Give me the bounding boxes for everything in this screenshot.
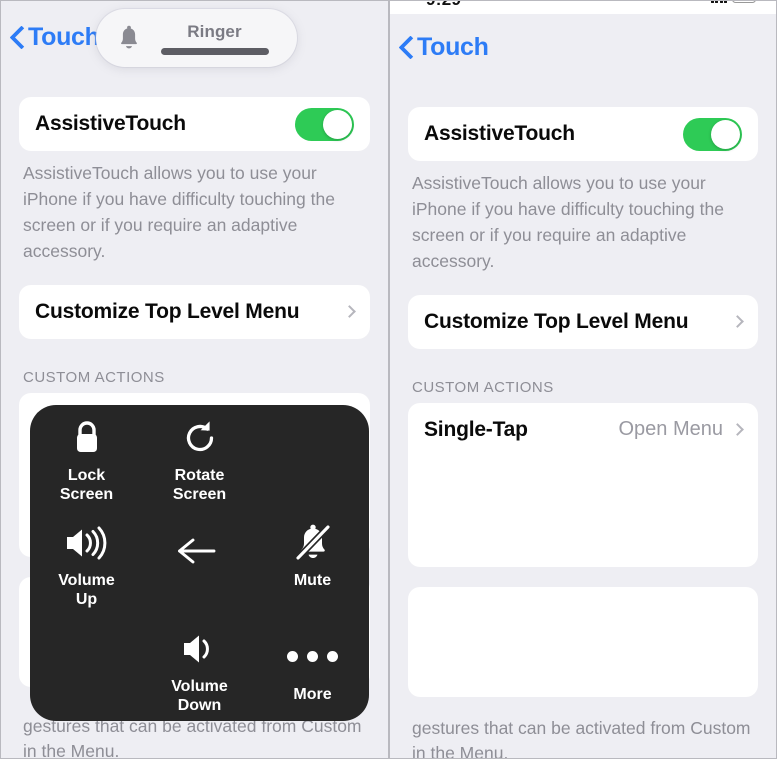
chevron-left-icon (400, 36, 413, 58)
ringer-hud-title: Ringer (187, 21, 242, 41)
menu-item-label: Volume Up (58, 572, 115, 609)
dot (287, 651, 298, 663)
menu-item-label: Mute (293, 572, 332, 590)
customize-top-level-menu-row[interactable]: Customize Top Level Menu (408, 295, 758, 349)
menu-item-label: More (293, 685, 332, 703)
phone-panel-right: 9:29 Touch (389, 0, 777, 759)
bell-slash-icon (292, 520, 334, 566)
assistive-touch-description: AssistiveTouch allows you to use your iP… (412, 173, 724, 271)
custom-actions-card: Single-Tap Open Menu (408, 402, 758, 567)
toggle-knob (711, 119, 740, 149)
status-bar-indicators (710, 1, 756, 3)
menu-item-rotate-screen[interactable]: Rotate Screen (143, 405, 256, 510)
menu-item-volume-up[interactable]: Volume Up (30, 510, 143, 615)
hidden-rows (408, 457, 758, 567)
navigation-bar-right: Touch (390, 19, 776, 75)
arrow-left-icon (176, 528, 224, 574)
assistive-touch-row[interactable]: AssistiveTouch (408, 107, 758, 161)
comparison-screenshot: Touch Ringer AssistiveTouch AssistiveTou… (0, 0, 777, 759)
menu-item-volume-down[interactable]: Volume Down (143, 616, 256, 721)
assistive-touch-row[interactable]: AssistiveTouch (19, 97, 370, 151)
phone-panel-left: Touch Ringer AssistiveTouch AssistiveTou… (0, 0, 389, 759)
ringer-hud-left: Ringer (96, 9, 297, 67)
dot (307, 651, 318, 663)
status-bar-time: 9:29 (426, 1, 461, 10)
menu-item-lock-screen[interactable]: Lock Screen (30, 405, 143, 510)
menu-item-label: Rotate Screen (172, 467, 227, 503)
ellipsis-dots (287, 651, 338, 663)
customize-menu-card: Customize Top Level Menu (19, 284, 370, 339)
assistive-touch-toggle[interactable] (295, 107, 354, 141)
menu-item-mute[interactable]: Mute (256, 510, 369, 615)
customize-menu-label: Customize Top Level Menu (424, 309, 689, 333)
assistive-touch-description: AssistiveTouch allows you to use your iP… (23, 163, 335, 261)
assistive-touch-toggle[interactable] (683, 117, 742, 151)
custom-actions-header: CUSTOM ACTIONS (23, 368, 165, 386)
assistive-touch-label: AssistiveTouch (35, 112, 186, 135)
chevron-right-icon (343, 305, 356, 318)
lock-icon (70, 415, 104, 461)
back-button-left[interactable]: Touch (1, 23, 100, 52)
back-button-label: Touch (417, 32, 489, 61)
menu-item-more[interactable]: More (256, 616, 369, 721)
rotate-icon (179, 415, 221, 461)
toggle-knob (323, 109, 352, 139)
dot (327, 651, 338, 663)
back-button-label: Touch (28, 22, 100, 51)
battery-icon (732, 1, 756, 3)
menu-item-label: Volume Down (171, 677, 228, 714)
chevron-left-icon (11, 26, 24, 48)
chevron-right-icon (731, 315, 744, 328)
hidden-rows (408, 587, 758, 697)
customize-menu-card: Customize Top Level Menu (408, 294, 758, 349)
volume-up-icon (63, 520, 111, 566)
bell-icon (112, 25, 146, 52)
volume-slider[interactable] (160, 47, 269, 55)
assistive-touch-card: AssistiveTouch (19, 97, 370, 151)
menu-item-label: Lock Screen (59, 467, 114, 503)
customize-menu-label: Customize Top Level Menu (35, 299, 300, 323)
assistive-touch-card: AssistiveTouch (408, 107, 758, 161)
settings-content-right: AssistiveTouch AssistiveTouch allows you… (390, 107, 776, 697)
single-tap-label: Single-Tap (424, 417, 528, 441)
ellipsis-icon (287, 634, 338, 680)
assistive-touch-menu-left: Lock Screen Rotate Screen Volume Up Mute… (30, 405, 369, 721)
ringer-hud-body: Ringer (146, 22, 283, 55)
chevron-right-icon (731, 423, 744, 436)
single-tap-row[interactable]: Single-Tap Open Menu (408, 403, 758, 457)
volume-down-icon (180, 626, 220, 672)
single-tap-value: Open Menu (618, 418, 723, 441)
tail-description: gestures that can be activated from Cust… (412, 718, 751, 759)
assistive-touch-label: AssistiveTouch (424, 122, 575, 145)
status-bar-right: 9:29 (390, 1, 776, 14)
customize-top-level-menu-row[interactable]: Customize Top Level Menu (19, 285, 370, 339)
custom-actions-header: CUSTOM ACTIONS (412, 378, 554, 396)
cellular-signal-icon (710, 1, 727, 3)
menu-item-back[interactable] (143, 510, 256, 615)
lower-card-stub (408, 586, 758, 697)
back-button-right[interactable]: Touch (390, 33, 489, 62)
